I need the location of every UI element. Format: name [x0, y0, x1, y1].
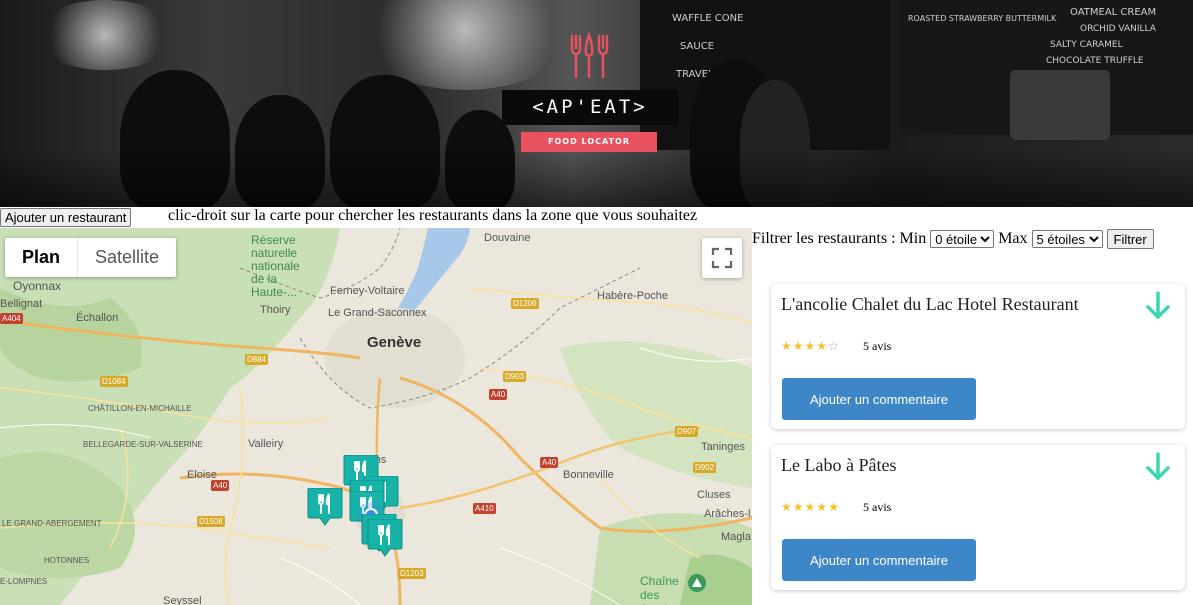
road-shield: D902 — [693, 462, 717, 473]
map-label-lompnes: E-LOMPNES — [0, 577, 48, 586]
restaurant-card[interactable]: Le Labo à Pâtes ★ ★ ★ ★ ★ 5 avis Ajouter un … — [771, 445, 1185, 590]
brand-tagline: FOOD LOCATOR — [521, 132, 657, 152]
road-shield: D903 — [503, 371, 527, 382]
road-shield: A404 — [0, 313, 23, 324]
hero-banner: WAFFLE CONE SAUCE TRAVEL ROASTED STRAWBE… — [0, 0, 1193, 207]
road-shield: D884 — [245, 354, 269, 365]
road-shield: D1508 — [197, 516, 225, 527]
chalk-line: ORCHID VANILLA — [1080, 24, 1156, 34]
map-label-aravis: Chaîne des Aravis — [640, 574, 679, 605]
add-comment-button[interactable]: Ajouter un commentaire — [782, 378, 976, 420]
map-label-araches: Arâches-l... — [704, 508, 752, 520]
restaurant-marker[interactable] — [366, 519, 404, 559]
star-filled-icon: ★ — [828, 500, 839, 514]
filter-button[interactable]: Filtrer — [1106, 229, 1154, 249]
map-hint-text: clic-droit sur la carte pour chercher le… — [168, 207, 698, 224]
add-restaurant-button[interactable]: Ajouter un restaurant — [0, 208, 132, 227]
map-type-plan-button[interactable]: Plan — [5, 238, 79, 277]
map-label-bellignat: Bellignat — [0, 298, 43, 310]
map-label-geneve: Genève — [367, 334, 422, 351]
brand-logo: <AP'EAT> FOOD LOCATOR — [502, 30, 678, 155]
chalk-line: WAFFLE CONE — [672, 13, 744, 24]
map-label-taninges: Taninges — [701, 441, 746, 453]
star-rating: ★ ★ ★ ★ ☆ — [781, 339, 840, 353]
chalk-line: ROASTED STRAWBERRY BUTTERMILK — [908, 14, 1057, 23]
restaurant-card[interactable]: L'ancolie Chalet du Lac Hotel Restaurant… — [771, 284, 1185, 429]
restaurant-name: L'ancolie Chalet du Lac Hotel Restaurant — [781, 294, 1079, 314]
star-filled-icon: ★ — [792, 500, 804, 514]
star-filled-icon: ★ — [804, 500, 816, 514]
road-shield: D907 — [675, 426, 699, 437]
map-label-thoiry: Thoiry — [260, 304, 291, 316]
map-label-magland: Magla — [721, 531, 751, 543]
map-label-seyssel: Seyssel — [163, 595, 202, 605]
map-label-cluses: Cluses — [697, 489, 731, 501]
star-filled-icon: ★ — [804, 339, 816, 353]
brand-name: <AP'EAT> — [502, 90, 678, 125]
map-label-grand-abergement: LE GRAND-ABERGEMENT — [2, 519, 102, 528]
map-type-control: Plan Satellite — [5, 238, 177, 277]
expand-arrow-icon[interactable] — [1145, 451, 1171, 483]
star-filled-icon: ★ — [781, 500, 792, 514]
restaurant-marker[interactable] — [306, 488, 344, 528]
star-rating: ★ ★ ★ ★ ★ — [781, 500, 840, 514]
road-shield: A40 — [211, 480, 230, 491]
review-count: 5 avis — [863, 500, 892, 514]
map-type-satellite-button[interactable]: Satellite — [78, 238, 176, 277]
expand-arrow-icon[interactable] — [1145, 290, 1171, 322]
filter-max-label: Max — [998, 230, 1028, 247]
review-count: 5 avis — [863, 339, 892, 353]
max-rating-select[interactable]: 5 étoiles — [1031, 230, 1103, 248]
map-label-chatillon: CHÂTILLON-EN-MICHAILLE — [88, 404, 192, 413]
map-label-ferney: Ferney-Voltaire — [330, 285, 405, 297]
min-rating-select[interactable]: 0 étoile — [930, 230, 995, 248]
map-label-echallon: Échallon — [76, 312, 119, 324]
star-filled-icon: ★ — [781, 339, 792, 353]
add-comment-button[interactable]: Ajouter un commentaire — [782, 539, 976, 581]
road-shield: A40 — [489, 389, 508, 400]
fullscreen-icon — [711, 247, 733, 269]
star-empty-icon: ☆ — [828, 339, 839, 353]
star-filled-icon: ★ — [816, 500, 828, 514]
hero-light — [35, 0, 175, 70]
chalk-line: CHOCOLATE TRUFFLE — [1046, 56, 1144, 66]
cutlery-icon — [570, 32, 609, 79]
map-label-habere-poche: Habère-Poche — [597, 290, 668, 302]
filter-label: Filtrer les restaurants : Min — [752, 230, 927, 247]
hero-shade — [0, 150, 1193, 207]
star-filled-icon: ★ — [816, 339, 828, 353]
rating-filter: Filtrer les restaurants : Min 0 étoile M… — [752, 229, 1154, 249]
fullscreen-button[interactable] — [702, 238, 742, 278]
counter-equipment — [1010, 70, 1110, 140]
road-shield: D1203 — [398, 568, 426, 579]
chalk-line: SALTY CARAMEL — [1050, 40, 1123, 50]
chalk-line: OATMEAL CREAM — [1070, 7, 1157, 18]
map-view[interactable]: Réserve naturelle nationale de la Haute-… — [0, 228, 752, 605]
road-shield: A40 — [540, 457, 559, 468]
map-label-grand-saconnex: Le Grand-Saconnex — [328, 307, 427, 319]
map-label-oyonnax: Oyonnax — [13, 279, 62, 293]
chalk-line: SAUCE — [680, 41, 714, 52]
restaurant-name: Le Labo à Pâtes — [781, 455, 897, 475]
map-label-douvaine: Douvaine — [484, 232, 531, 244]
map-label-bellegarde: BELLEGARDE-SUR-VALSERINE — [83, 440, 203, 449]
road-shield: D1084 — [100, 376, 128, 387]
road-shield: A410 — [473, 503, 496, 514]
star-filled-icon: ★ — [792, 339, 804, 353]
map-label-valleiry: Valleiry — [248, 438, 284, 450]
road-shield: D1206 — [511, 298, 539, 309]
map-label-bonneville: Bonneville — [563, 469, 614, 481]
map-label-hotonnes: HOTONNES — [44, 556, 90, 565]
map-label-reserve: Réserve naturelle nationale de la Haute-… — [251, 233, 300, 299]
